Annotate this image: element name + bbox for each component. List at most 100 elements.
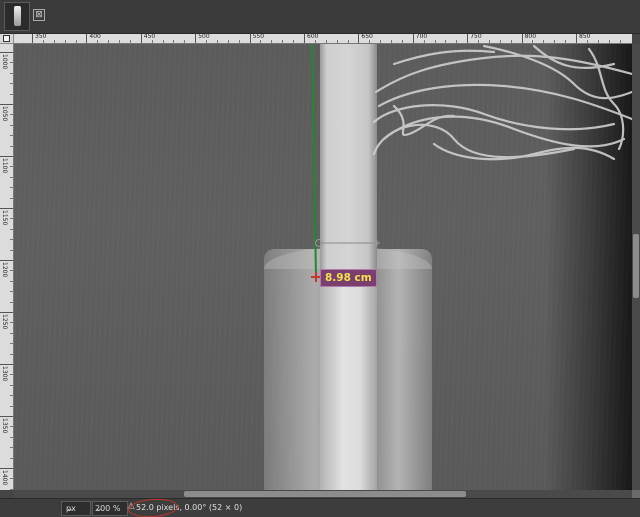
ruler-minor-tick	[10, 145, 13, 147]
ruler-minor-tick	[119, 40, 121, 43]
ruler-tick: 850	[576, 34, 590, 43]
ruler-minor-tick	[75, 40, 77, 43]
ruler-tick: 400	[86, 34, 101, 43]
ruler-minor-tick	[380, 40, 382, 43]
ruler-minor-tick	[10, 93, 13, 95]
ruler-minor-tick	[401, 40, 403, 43]
ruler-minor-tick	[325, 40, 327, 43]
ruler-minor-tick	[10, 332, 13, 334]
ruler-minor-tick	[543, 40, 545, 43]
ruler-minor-tick	[336, 40, 338, 43]
ruler-minor-tick	[10, 436, 13, 438]
ruler-minor-tick	[10, 83, 13, 85]
ruler-minor-tick	[10, 343, 13, 345]
ruler-minor-tick	[608, 40, 610, 43]
ruler-minor-tick	[10, 187, 13, 189]
ruler-minor-tick	[10, 384, 13, 386]
ruler-minor-tick	[10, 405, 13, 407]
ruler-minor-tick	[10, 176, 13, 178]
ruler-minor-tick	[184, 40, 186, 43]
ruler-tick: 1050	[0, 104, 13, 121]
ruler-minor-tick	[271, 40, 273, 43]
ruler-minor-tick	[216, 40, 218, 43]
ruler-tick: 550	[249, 34, 264, 43]
quick-mask-toggle[interactable]	[0, 34, 14, 44]
ruler-minor-tick	[10, 301, 13, 303]
unit-dropdown[interactable]: px ⌄	[61, 501, 91, 516]
ruler-minor-tick	[10, 322, 13, 324]
zoom-dropdown[interactable]: 200 % ⌄	[92, 501, 128, 516]
ruler-minor-tick	[10, 114, 13, 116]
ruler-minor-tick	[10, 280, 13, 282]
image-canvas[interactable]: 8.98 cm	[14, 44, 632, 490]
ruler-minor-tick	[314, 40, 316, 43]
measure-distance-label: 8.98 cm	[320, 269, 377, 287]
ruler-minor-tick	[423, 40, 425, 43]
chevron-down-icon: ⌄	[95, 504, 103, 514]
ruler-minor-tick	[10, 72, 13, 74]
ruler-minor-tick	[478, 40, 480, 43]
ruler-minor-tick	[10, 249, 13, 251]
horizontal-scrollbar[interactable]	[14, 490, 632, 498]
close-tab-icon[interactable]: ⊠	[33, 9, 45, 21]
ruler-minor-tick	[347, 40, 349, 43]
status-message: 52.0 pixels, 0.00° (52 × 0)	[136, 503, 243, 512]
ruler-minor-tick	[499, 40, 501, 43]
ruler-minor-tick	[97, 40, 99, 43]
ruler-minor-tick	[206, 40, 208, 43]
ruler-minor-tick	[10, 62, 13, 64]
ruler-minor-tick	[108, 40, 110, 43]
ruler-tick: 650	[358, 34, 373, 43]
measure-end-handle[interactable]	[374, 240, 380, 246]
ruler-minor-tick	[456, 40, 458, 43]
horizontal-scroll-thumb[interactable]	[184, 491, 466, 497]
ruler-minor-tick	[554, 40, 556, 43]
ruler-minor-tick	[64, 40, 66, 43]
ruler-tick: 1300	[0, 364, 13, 381]
ruler-minor-tick	[162, 40, 164, 43]
ruler-minor-tick	[129, 40, 131, 43]
thumbnail-preview	[14, 6, 21, 26]
ruler-tick: 450	[140, 34, 155, 43]
ruler-tick: 1000	[0, 52, 13, 69]
ruler-tick: 500	[195, 34, 210, 43]
ruler-minor-tick	[227, 40, 229, 43]
ruler-minor-tick	[369, 40, 371, 43]
ruler-minor-tick	[10, 135, 13, 137]
vertical-scrollbar[interactable]	[632, 44, 640, 490]
ruler-tick: 1350	[0, 416, 13, 433]
ruler-tick: 1400	[0, 468, 13, 485]
warning-icon: ⚠	[127, 502, 136, 512]
ruler-minor-tick	[173, 40, 175, 43]
ruler-minor-tick	[619, 40, 621, 43]
image-tab-thumbnail[interactable]	[4, 2, 30, 31]
ruler-minor-tick	[10, 218, 13, 220]
ruler-minor-tick	[10, 239, 13, 241]
image-tab-bar: ⊠	[0, 0, 640, 34]
ruler-minor-tick	[10, 197, 13, 199]
ruler-minor-tick	[151, 40, 153, 43]
ruler-minor-tick	[510, 40, 512, 43]
ruler-minor-tick	[488, 40, 490, 43]
ruler-minor-tick	[10, 124, 13, 126]
ruler-tick: 800	[521, 34, 536, 43]
ruler-minor-tick	[10, 478, 13, 480]
ruler-tick: 1100	[0, 156, 13, 173]
ruler-minor-tick	[10, 457, 13, 459]
ruler-minor-tick	[434, 40, 436, 43]
ruler-tick: 1250	[0, 312, 13, 329]
vertical-scroll-thumb[interactable]	[633, 234, 639, 298]
horizontal-ruler[interactable]: 350 400 450 500 550 600 650 700 750 800 850	[14, 34, 632, 44]
ruler-minor-tick	[10, 488, 13, 490]
ruler-minor-tick	[445, 40, 447, 43]
chevron-down-icon: ⌄	[66, 504, 74, 514]
ruler-tick: 1150	[0, 208, 13, 225]
ruler-minor-tick	[10, 291, 13, 293]
ruler-minor-tick	[532, 40, 534, 43]
ruler-tick: 750	[467, 34, 482, 43]
ruler-minor-tick	[238, 40, 240, 43]
vertical-ruler[interactable]: 1000 1050 1100 1150 1200 1250 1300 1350 1400	[0, 44, 14, 490]
ruler-tick: 600	[304, 34, 318, 43]
navigate-image-button[interactable]	[632, 490, 640, 498]
ruler-tick: 700	[412, 34, 427, 43]
